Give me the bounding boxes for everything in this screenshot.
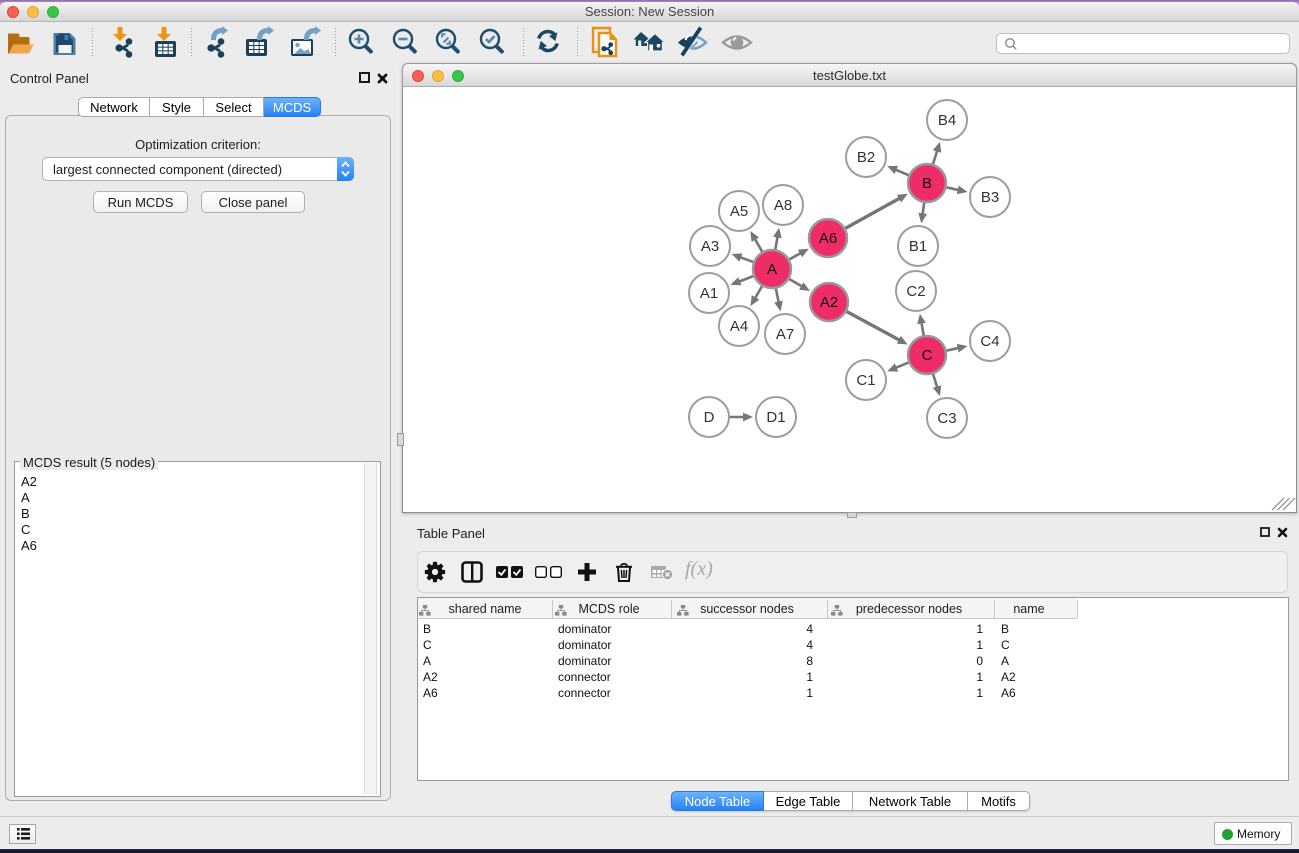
svg-text:B1: B1 [909, 238, 927, 255]
svg-text:C1: C1 [856, 372, 875, 389]
svg-text:A: A [767, 261, 777, 278]
svg-text:A5: A5 [730, 203, 748, 220]
svg-text:A8: A8 [774, 197, 792, 214]
svg-text:A3: A3 [701, 238, 719, 255]
svg-text:C3: C3 [937, 410, 956, 427]
svg-text:A2: A2 [820, 294, 838, 311]
svg-text:A1: A1 [700, 285, 718, 302]
svg-text:C4: C4 [980, 333, 999, 350]
svg-text:D: D [704, 409, 715, 426]
svg-text:A6: A6 [819, 230, 837, 247]
svg-text:B4: B4 [938, 112, 956, 129]
svg-text:B: B [922, 175, 932, 192]
svg-text:A4: A4 [730, 318, 748, 335]
svg-text:C: C [922, 347, 933, 364]
svg-text:A7: A7 [776, 326, 794, 343]
svg-text:B3: B3 [981, 189, 999, 206]
svg-text:B2: B2 [857, 149, 875, 166]
svg-text:C2: C2 [906, 283, 925, 300]
svg-text:D1: D1 [766, 409, 785, 426]
